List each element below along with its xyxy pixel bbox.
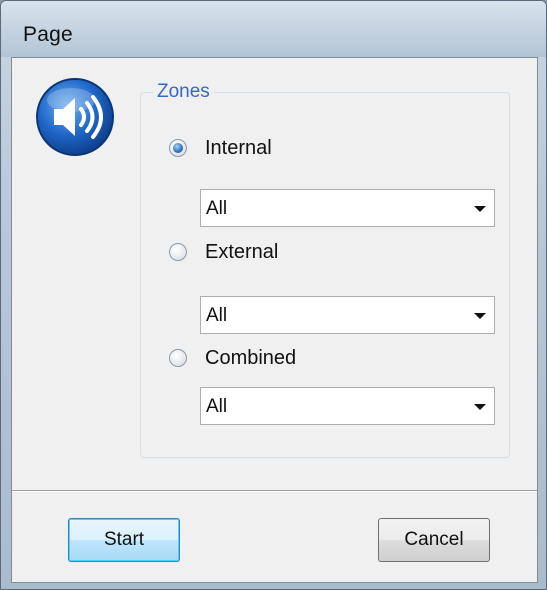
combined-zone-value: All bbox=[206, 396, 228, 417]
chevron-down-icon[interactable] bbox=[474, 404, 486, 410]
zones-legend: Zones bbox=[153, 81, 214, 103]
zones-groupbox: Zones Internal All External All Combined bbox=[140, 81, 510, 458]
dialog-window: Page Zones Internal All External All Com… bbox=[0, 0, 547, 590]
radio-external-label: External bbox=[205, 240, 279, 263]
radio-combined-label: Combined bbox=[205, 346, 297, 369]
external-zone-dropdown[interactable]: All bbox=[200, 296, 495, 334]
radio-internal[interactable]: Internal bbox=[169, 135, 272, 161]
radio-internal-label: Internal bbox=[205, 136, 272, 159]
combined-zone-dropdown[interactable]: All bbox=[200, 387, 495, 425]
speaker-icon bbox=[36, 78, 114, 156]
external-zone-value: All bbox=[206, 305, 228, 326]
title-bar[interactable]: Page bbox=[1, 1, 546, 57]
radio-internal-indicator[interactable] bbox=[169, 139, 187, 157]
internal-zone-value: All bbox=[206, 198, 228, 219]
window-title: Page bbox=[23, 23, 73, 46]
chevron-down-icon[interactable] bbox=[474, 313, 486, 319]
start-button[interactable]: Start bbox=[68, 518, 180, 562]
radio-external[interactable]: External bbox=[169, 239, 278, 265]
cancel-button-label: Cancel bbox=[404, 529, 464, 550]
radio-external-indicator[interactable] bbox=[169, 243, 187, 261]
internal-zone-dropdown[interactable]: All bbox=[200, 189, 495, 227]
cancel-button[interactable]: Cancel bbox=[378, 518, 490, 562]
chevron-down-icon[interactable] bbox=[474, 206, 486, 212]
start-button-label: Start bbox=[103, 529, 145, 550]
footer-divider bbox=[12, 490, 537, 492]
radio-combined-indicator[interactable] bbox=[169, 349, 187, 367]
dialog-body: Zones Internal All External All Combined bbox=[11, 57, 538, 583]
radio-combined[interactable]: Combined bbox=[169, 345, 296, 371]
